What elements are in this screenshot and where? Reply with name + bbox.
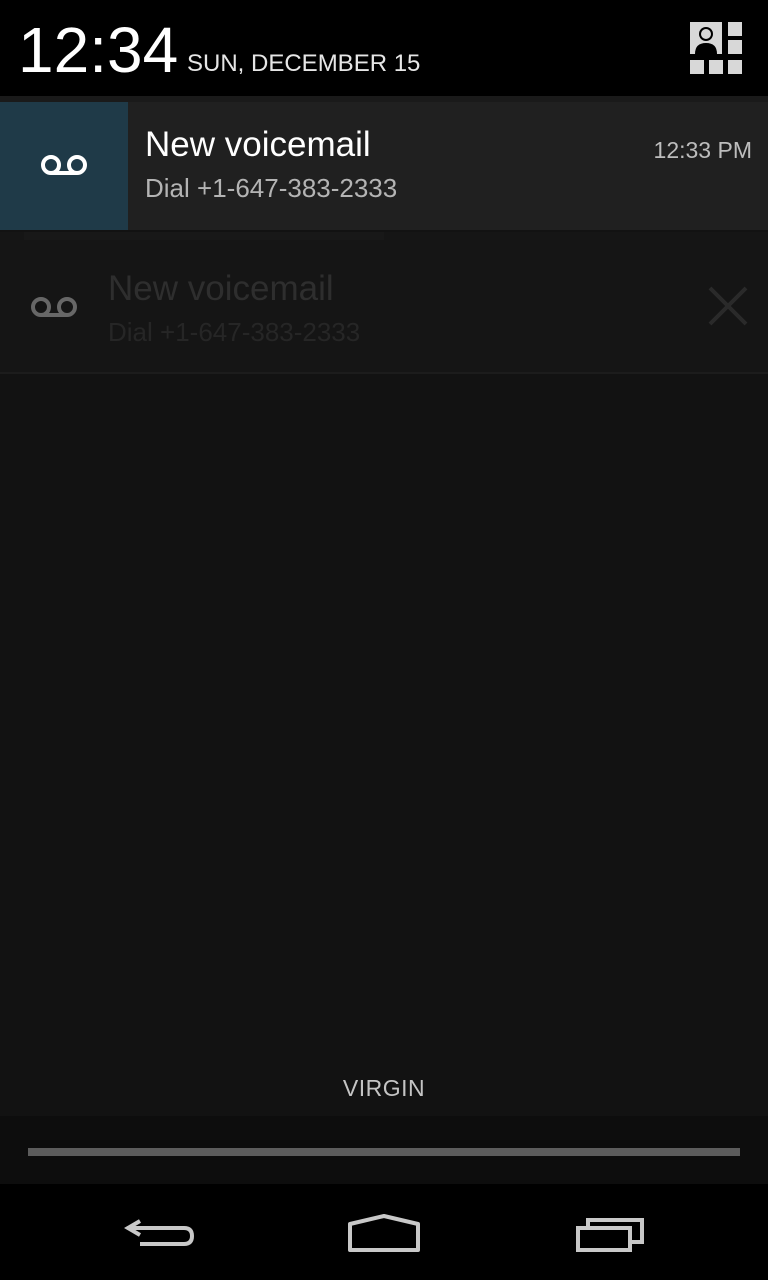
recent-apps-button[interactable] <box>530 1184 690 1280</box>
voicemail-icon <box>31 297 77 317</box>
back-icon <box>124 1219 195 1246</box>
carrier-label: VIRGIN <box>342 1075 426 1101</box>
shade-drag-handle[interactable] <box>28 1148 740 1156</box>
notification-time: 12:33 PM <box>653 137 752 163</box>
recent-apps-icon <box>576 1218 644 1252</box>
notification-title: New voicemail <box>145 125 371 164</box>
ghost-notification-title: New voicemail <box>108 269 334 308</box>
back-button[interactable] <box>80 1184 240 1280</box>
notification-shade: 12:34 SUN, DECEMBER 15 New voicemail Dia… <box>0 0 768 1280</box>
notification-text: Dial +1-647-383-2333 <box>145 173 398 203</box>
ghost-notification: New voicemail Dial +1-647-383-2333 <box>0 232 768 374</box>
voicemail-icon <box>41 155 87 175</box>
date: SUN, DECEMBER 15 <box>187 50 421 77</box>
ghost-notification-text: Dial +1-647-383-2333 <box>108 317 361 347</box>
navigation-bar <box>0 1184 768 1280</box>
clock: 12:34 <box>18 14 179 86</box>
home-icon <box>348 1214 420 1252</box>
ghost-bar <box>24 232 384 240</box>
shade-header: 12:34 SUN, DECEMBER 15 <box>0 0 768 96</box>
voicemail-notification[interactable]: New voicemail Dial +1-647-383-2333 12:33… <box>0 102 768 230</box>
home-button[interactable] <box>304 1184 464 1280</box>
shade-handle-area[interactable] <box>0 1116 768 1184</box>
quick-settings-icon <box>690 22 742 74</box>
quick-settings-button[interactable] <box>690 22 744 76</box>
close-icon <box>708 286 748 326</box>
notification-icon-box <box>0 102 128 230</box>
